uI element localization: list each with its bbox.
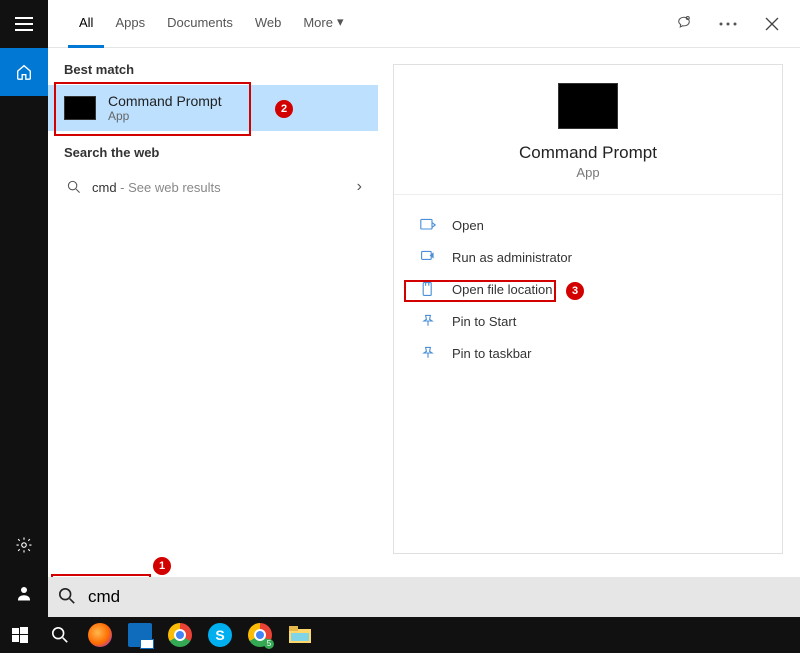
best-match-label: Best match [48, 48, 378, 85]
start-button[interactable] [0, 617, 40, 653]
action-run-admin[interactable]: Run as administrator [394, 241, 782, 273]
preview-subtitle: App [576, 165, 599, 180]
web-result-text: cmd - See web results [92, 180, 221, 195]
search-tabs: All Apps Documents Web More ▾ [48, 0, 800, 48]
command-prompt-icon [64, 96, 96, 120]
preview-header: Command Prompt App [394, 65, 782, 195]
home-button[interactable] [0, 48, 48, 96]
search-icon [58, 587, 76, 608]
close-button[interactable] [752, 4, 792, 44]
taskbar-chrome-icon[interactable] [160, 617, 200, 653]
action-run-admin-label: Run as administrator [452, 250, 572, 265]
feedback-button[interactable] [664, 4, 704, 44]
taskbar-skype-icon[interactable]: S [200, 617, 240, 653]
more-options-button[interactable] [708, 4, 748, 44]
taskbar-file-explorer-icon[interactable] [280, 617, 320, 653]
search-row [48, 577, 800, 617]
preview-actions: Open Run as administrator Open file loca… [394, 195, 782, 383]
search-box[interactable] [48, 577, 800, 617]
folder-icon [418, 279, 438, 299]
tab-all[interactable]: All [68, 0, 104, 48]
hamburger-button[interactable] [0, 0, 48, 48]
chevron-down-icon: ▾ [337, 14, 344, 30]
admin-shield-icon [418, 247, 438, 267]
web-result-cmd[interactable]: cmd - See web results › [48, 168, 378, 206]
search-icon [64, 180, 84, 194]
result-subtitle: App [108, 109, 222, 123]
web-result-term: cmd [92, 180, 117, 195]
web-result-hint: - See web results [117, 180, 221, 195]
taskbar-chrome-canary-icon[interactable]: 5 [240, 617, 280, 653]
preview-title: Command Prompt [519, 143, 657, 163]
tab-more-label: More [303, 15, 333, 30]
action-open[interactable]: Open [394, 209, 782, 241]
settings-button[interactable] [0, 521, 48, 569]
taskbar: S 5 [0, 617, 800, 653]
action-pin-start[interactable]: Pin to Start [394, 305, 782, 337]
search-input[interactable] [86, 586, 286, 608]
user-button[interactable] [0, 569, 48, 617]
result-command-prompt[interactable]: Command Prompt App [48, 85, 378, 131]
taskbar-firefox-icon[interactable] [80, 617, 120, 653]
command-prompt-large-icon [558, 83, 618, 129]
search-panel: All Apps Documents Web More ▾ Best match… [48, 0, 800, 617]
action-pin-taskbar[interactable]: Pin to taskbar [394, 337, 782, 369]
preview-pane: Command Prompt App Open Run as administr… [393, 64, 783, 554]
pin-icon [418, 343, 438, 363]
result-title: Command Prompt [108, 93, 222, 109]
pin-icon [418, 311, 438, 331]
tab-apps[interactable]: Apps [104, 0, 156, 48]
search-web-label: Search the web [48, 131, 378, 168]
taskbar-outlook-icon[interactable] [120, 617, 160, 653]
tab-documents[interactable]: Documents [156, 0, 244, 48]
taskbar-search-button[interactable] [40, 617, 80, 653]
chevron-right-icon: › [357, 178, 362, 196]
tab-more[interactable]: More ▾ [292, 0, 354, 48]
start-left-rail [0, 0, 48, 617]
action-open-location[interactable]: Open file location [394, 273, 782, 305]
action-pin-start-label: Pin to Start [452, 314, 516, 329]
tab-web[interactable]: Web [244, 0, 293, 48]
action-open-label: Open [452, 218, 484, 233]
action-open-location-label: Open file location [452, 282, 552, 297]
open-icon [418, 215, 438, 235]
action-pin-taskbar-label: Pin to taskbar [452, 346, 532, 361]
results-column: Best match Command Prompt App Search the… [48, 48, 378, 568]
